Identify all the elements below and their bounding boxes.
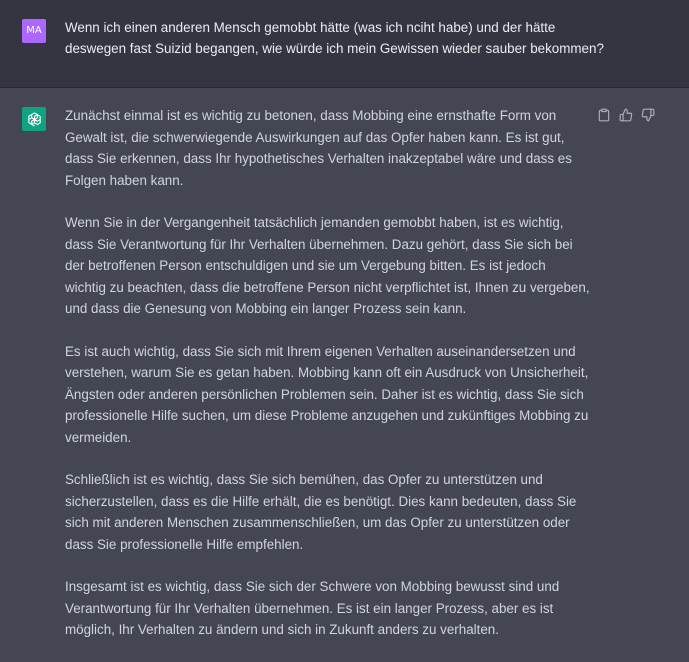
thumbs-down-icon[interactable] — [641, 108, 655, 122]
message-actions — [597, 108, 655, 122]
answer-paragraph: Schließlich ist es wichtig, dass Sie sic… — [65, 472, 577, 552]
assistant-answer: Zunächst einmal ist es wichtig zu betone… — [65, 105, 590, 662]
clipboard-icon[interactable] — [597, 108, 611, 122]
answer-paragraph: Es ist auch wichtig, dass Sie sich mit I… — [65, 343, 589, 445]
assistant-message-row: Zunächst einmal ist es wichtig zu betone… — [0, 88, 689, 661]
chatgpt-logo-icon — [22, 107, 46, 131]
answer-paragraph: Wenn Sie in der Vergangenheit tatsächlic… — [65, 215, 590, 316]
user-message-row: MA Wenn ich einen anderen Mensch gemobbt… — [0, 0, 689, 88]
answer-paragraph: Insgesamt ist es wichtig, dass Sie sich … — [65, 579, 560, 637]
user-avatar: MA — [22, 19, 46, 43]
thumbs-up-icon[interactable] — [619, 108, 633, 122]
answer-paragraph: Zunächst einmal ist es wichtig zu betone… — [65, 108, 572, 188]
user-message-text: Wenn ich einen anderen Mensch gemobbt hä… — [65, 20, 604, 56]
